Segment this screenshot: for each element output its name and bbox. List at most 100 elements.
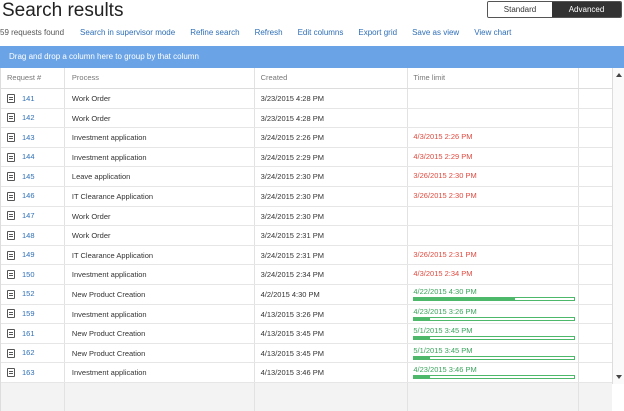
process-cell: New Product Creation [65,343,255,363]
table-row[interactable]: 149 IT Clearance Application 3/24/2015 2:3… [1,245,612,266]
table-row[interactable]: 141 Work Order 3/23/2015 4:28 PM [1,89,612,109]
document-icon[interactable] [7,368,15,378]
spacer-cell [579,344,612,363]
created-cell: 3/24/2015 2:30 PM [255,167,409,186]
table-row[interactable]: 148 Work Order 3/24/2015 2:31 PM [1,226,612,246]
view-chart-link[interactable]: View chart [474,28,511,37]
vertical-scrollbar[interactable] [612,68,624,384]
time-limit-text: 4/22/2015 4:30 PM [413,286,477,296]
table-row[interactable]: 162 New Product Creation 4/13/2015 3:45 PM… [1,343,612,364]
export-grid-link[interactable]: Export grid [358,28,397,37]
request-cell: 161 [1,324,65,343]
document-icon[interactable] [7,211,15,221]
toolbar: 59 requests found Search in supervisor m… [0,26,526,38]
request-cell: 162 [1,343,65,363]
time-progress-fill [414,356,431,359]
request-link[interactable]: 142 [22,109,35,128]
table-row[interactable]: 145 Leave application 3/24/2015 2:30 PM 3/2… [1,167,612,187]
request-link[interactable]: 163 [22,363,35,382]
document-icon[interactable] [7,250,15,260]
refine-search-link[interactable]: Refine search [190,28,239,37]
time-limit-cell: 4/23/2015 3:46 PM [408,363,580,382]
spacer-cell [579,167,612,186]
spacer-cell [579,187,612,206]
document-icon[interactable] [7,191,15,201]
refresh-link[interactable]: Refresh [255,28,283,37]
table-row[interactable]: 143 Investment application 3/24/2015 2:26 … [1,128,612,148]
request-link[interactable]: 141 [22,89,35,108]
scroll-down-icon[interactable] [616,375,622,379]
table-row[interactable]: 152 New Product Creation 4/2/2015 4:30 PM 4… [1,284,612,305]
table-row[interactable]: 150 Investment application 3/24/2015 2:34 … [1,265,612,285]
request-link[interactable]: 146 [22,187,35,206]
table-row[interactable]: 163 Investment application 4/13/2015 3:46 … [1,363,612,383]
supervisor-mode-link[interactable]: Search in supervisor mode [80,28,175,37]
table-row[interactable]: 161 New Product Creation 4/13/2015 3:45 PM… [1,324,612,344]
column-header-created[interactable]: Created [255,68,409,88]
document-icon[interactable] [7,93,15,103]
column-header-process[interactable]: Process [65,68,255,88]
request-link[interactable]: 152 [22,285,35,304]
table-row[interactable]: 144 Investment application 3/24/2015 2:29 … [1,147,612,168]
request-cell: 147 [1,206,65,226]
footer-cell [1,382,65,411]
document-icon[interactable] [7,309,15,319]
table-row[interactable]: 159 Investment application 4/13/2015 3:26 … [1,304,612,325]
document-icon[interactable] [7,152,15,162]
table-row[interactable]: 147 Work Order 3/24/2015 2:30 PM [1,206,612,227]
request-cell: 145 [1,167,65,186]
request-link[interactable]: 147 [22,207,35,226]
time-limit-cell: 4/23/2015 3:26 PM [408,304,580,324]
process-cell: New Product Creation [65,324,255,343]
document-icon[interactable] [7,289,15,299]
footer-cell [579,383,612,411]
process-cell: Investment application [65,363,255,382]
process-cell: Leave application [65,167,255,186]
column-header-request[interactable]: Request # [1,68,65,88]
scroll-up-icon[interactable] [616,73,622,77]
request-link[interactable]: 162 [22,344,35,363]
spacer-cell [579,89,612,108]
time-limit-cell [408,108,580,128]
time-limit-cell: 4/3/2015 2:26 PM [408,128,580,147]
time-limit-cell [408,206,580,226]
save-as-view-link[interactable]: Save as view [412,28,459,37]
time-progress-bar [413,355,576,360]
results-count: 59 requests found [0,27,65,37]
group-by-drop-zone[interactable]: Drag and drop a column here to group by … [0,46,624,68]
document-icon[interactable] [7,172,15,182]
edit-columns-link[interactable]: Edit columns [298,28,344,37]
table-row[interactable]: 146 IT Clearance Application 3/24/2015 2:3… [1,186,612,207]
footer-cell [408,382,580,411]
advanced-view-button[interactable]: Advanced View [552,2,621,17]
spacer-cell [579,226,612,245]
request-link[interactable]: 159 [22,305,35,324]
created-cell: 4/13/2015 3:26 PM [255,304,409,324]
time-limit-text: 3/26/2015 2:30 PM [413,171,477,181]
document-icon[interactable] [7,328,15,338]
time-limit-cell: 3/26/2015 2:30 PM [408,186,580,206]
spacer-cell [579,207,612,226]
table-row[interactable]: 142 Work Order 3/23/2015 4:28 PM [1,108,612,129]
created-cell: 4/13/2015 3:45 PM [255,324,409,343]
column-header-time-limit[interactable]: Time limit [408,68,580,88]
request-link[interactable]: 149 [22,246,35,265]
request-link[interactable]: 161 [22,324,35,343]
document-icon[interactable] [7,132,15,142]
time-limit-cell [408,89,580,108]
time-progress-bar [413,296,576,301]
document-icon[interactable] [7,348,15,358]
request-link[interactable]: 143 [22,128,35,147]
document-icon[interactable] [7,230,15,240]
time-limit-text: 3/26/2015 2:31 PM [413,249,477,259]
request-cell: 150 [1,265,65,284]
document-icon[interactable] [7,270,15,280]
request-link[interactable]: 144 [22,148,35,167]
request-link[interactable]: 148 [22,226,35,245]
footer-cell [255,382,409,411]
request-link[interactable]: 145 [22,167,35,186]
standard-view-button[interactable]: Standard View [488,2,552,17]
request-link[interactable]: 150 [22,265,35,284]
document-icon[interactable] [7,113,15,123]
created-cell: 3/24/2015 2:34 PM [255,265,409,284]
